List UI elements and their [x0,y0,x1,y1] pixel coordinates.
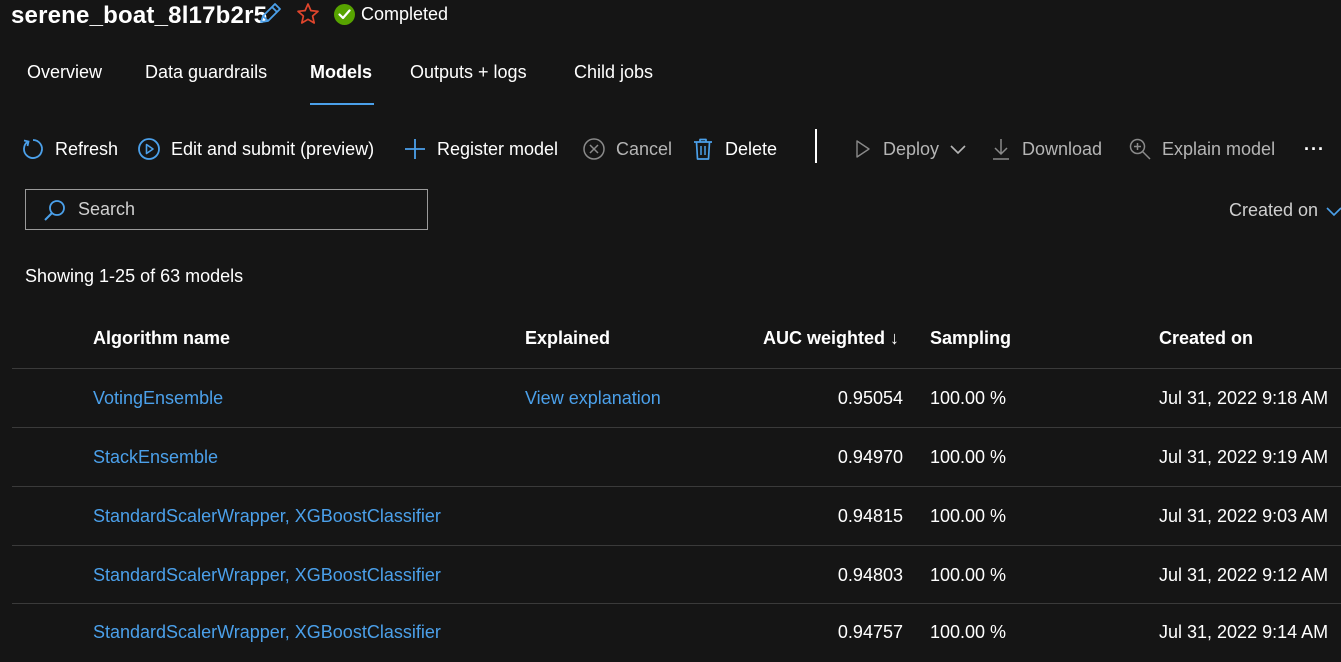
tab-models[interactable]: Models [310,62,372,83]
created-on-value: Jul 31, 2022 9:19 AM [1159,447,1329,467]
table-row[interactable]: StackEnsemble 0.94970 100.00 % Jul 31, 2… [12,428,1341,486]
register-model-label: Register model [437,138,559,159]
refresh-icon [23,139,43,159]
table-row[interactable]: StandardScalerWrapper, XGBoostClassifier… [12,487,1341,545]
algorithm-name-link[interactable]: StandardScalerWrapper, XGBoostClassifier [93,622,441,643]
chevron-down-icon [950,145,966,155]
auc-value: 0.95054 [837,388,903,408]
sampling-value: 100.00 % [930,622,1007,642]
algorithm-name-link[interactable]: StandardScalerWrapper, XGBoostClassifier [93,506,441,527]
created-on-value: Jul 31, 2022 9:12 AM [1159,565,1329,585]
sampling-value: 100.00 % [930,506,1007,526]
table-row[interactable]: StandardScalerWrapper, XGBoostClassifier… [12,604,1341,662]
view-explanation-link[interactable]: View explanation [525,388,661,409]
auc-value: 0.94815 [837,506,903,526]
algorithm-name-link[interactable]: VotingEnsemble [93,388,223,409]
auc-value: 0.94970 [837,447,903,467]
algorithm-name-link[interactable]: StandardScalerWrapper, XGBoostClassifier [93,565,441,586]
trash-icon [694,138,712,160]
auc-value: 0.94757 [837,622,903,642]
explain-model-label: Explain model [1162,138,1276,159]
refresh-label: Refresh [55,138,119,159]
search-input[interactable] [76,198,400,221]
check-circle-icon [334,4,355,25]
table-row[interactable]: StandardScalerWrapper, XGBoostClassifier… [12,546,1341,604]
toolbar-divider [815,129,817,163]
algorithm-name-link[interactable]: StackEnsemble [93,447,218,468]
register-model-button[interactable]: Register model [403,134,558,164]
play-circle-icon [138,138,160,160]
sort-dropdown[interactable]: Created on [1229,200,1341,221]
status-label: Completed [361,4,449,24]
cancel-circle-icon [583,138,605,160]
created-on-value: Jul 31, 2022 9:18 AM [1159,388,1329,408]
download-label: Download [1022,138,1103,159]
deploy-button[interactable]: Deploy [851,134,967,164]
cancel-label: Cancel [616,138,673,159]
play-icon [856,140,870,158]
column-header-created-on[interactable]: Created on [1159,328,1253,349]
edit-submit-label: Edit and submit (preview) [171,138,375,159]
search-box[interactable] [25,189,428,230]
chevron-down-icon [1326,206,1341,216]
tab-child-jobs[interactable]: Child jobs [574,62,653,83]
star-icon[interactable] [296,2,320,26]
active-tab-indicator [310,103,374,105]
download-icon [993,139,1009,160]
results-count: Showing 1-25 of 63 models [25,266,244,286]
tab-overview[interactable]: Overview [27,62,102,83]
deploy-label: Deploy [883,138,940,159]
more-icon: ··· [1304,138,1325,159]
created-on-value: Jul 31, 2022 9:03 AM [1159,506,1329,526]
page-title: serene_boat_8l17b2r5 [11,2,268,29]
refresh-button[interactable]: Refresh [21,134,118,164]
status-badge: Completed [334,4,448,25]
tab-data-guardrails[interactable]: Data guardrails [145,62,267,83]
sampling-value: 100.00 % [930,388,1007,408]
column-header-sampling[interactable]: Sampling [930,328,1011,349]
column-header-explained[interactable]: Explained [525,328,610,349]
sampling-value: 100.00 % [930,565,1007,585]
plus-icon [405,139,425,159]
auc-value: 0.94803 [837,565,903,585]
delete-button[interactable]: Delete [691,134,777,164]
download-button[interactable]: Download [990,134,1102,164]
table-row[interactable]: VotingEnsemble View explanation 0.95054 … [12,369,1341,427]
column-header-auc-weighted[interactable]: AUC weighted ↓ [763,328,899,349]
pencil-icon[interactable] [257,2,283,26]
search-icon [44,199,65,221]
tab-outputs-logs[interactable]: Outputs + logs [410,62,527,83]
explain-model-button[interactable]: Explain model [1128,134,1275,164]
sort-label: Created on [1229,200,1319,220]
delete-label: Delete [725,138,778,159]
created-on-value: Jul 31, 2022 9:14 AM [1159,622,1329,642]
more-options-button[interactable]: ··· [1304,134,1325,164]
column-header-algorithm[interactable]: Algorithm name [93,328,230,349]
edit-submit-button[interactable]: Edit and submit (preview) [137,134,374,164]
cancel-button[interactable]: Cancel [582,134,672,164]
zoom-in-icon [1129,138,1151,160]
sampling-value: 100.00 % [930,447,1007,467]
